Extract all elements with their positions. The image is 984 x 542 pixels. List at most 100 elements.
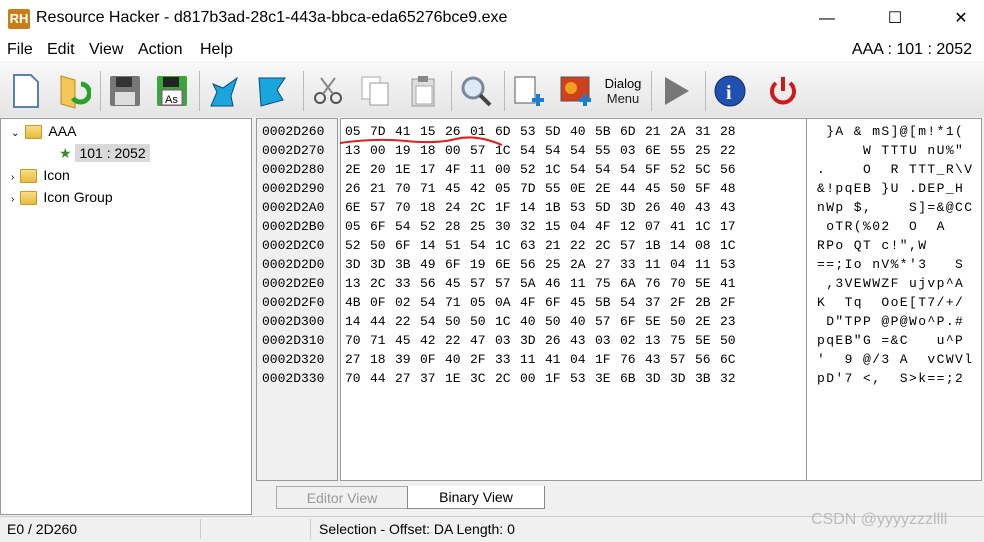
hex-byte[interactable]: 02 <box>395 293 420 312</box>
hex-byte[interactable]: 2E <box>345 160 370 179</box>
hex-byte[interactable]: 11 <box>470 160 495 179</box>
hex-byte[interactable]: 50 <box>370 236 395 255</box>
hex-byte[interactable]: 44 <box>620 179 645 198</box>
hex-byte[interactable]: 1E <box>395 160 420 179</box>
hex-byte[interactable]: 45 <box>445 179 470 198</box>
hex-byte[interactable]: 57 <box>370 198 395 217</box>
hex-byte[interactable]: 55 <box>670 141 695 160</box>
hex-byte[interactable]: 54 <box>520 141 545 160</box>
save-icon[interactable] <box>105 71 145 111</box>
hex-byte[interactable]: 21 <box>645 122 670 141</box>
hex-byte[interactable]: 0F <box>370 293 395 312</box>
hex-byte[interactable]: 02 <box>620 331 645 350</box>
hex-byte[interactable]: 08 <box>695 236 720 255</box>
paste-icon[interactable] <box>403 71 443 111</box>
hex-byte[interactable]: 3B <box>695 369 720 388</box>
hex-byte[interactable]: 71 <box>370 331 395 350</box>
hex-byte[interactable]: 54 <box>470 236 495 255</box>
hex-byte[interactable]: 50 <box>670 312 695 331</box>
hex-byte[interactable]: 25 <box>695 141 720 160</box>
hex-byte[interactable]: 2E <box>595 179 620 198</box>
hex-byte[interactable]: 6F <box>545 293 570 312</box>
hex-byte[interactable]: 43 <box>645 350 670 369</box>
hex-byte[interactable]: 50 <box>720 331 745 350</box>
hex-byte[interactable]: 2F <box>720 293 745 312</box>
cut-icon[interactable] <box>308 71 348 111</box>
search-icon[interactable] <box>456 71 496 111</box>
hex-byte[interactable]: 52 <box>345 236 370 255</box>
hex-byte[interactable]: 3D <box>645 369 670 388</box>
hex-byte[interactable]: 3B <box>395 255 420 274</box>
hex-byte[interactable]: 3D <box>370 255 395 274</box>
hex-byte[interactable]: 14 <box>520 198 545 217</box>
hex-byte[interactable]: 40 <box>570 312 595 331</box>
hex-view[interactable]: 05 7D 41 15 26 01 6D 53 5D 40 5B 6D 21 2A 31 28 13 00 19 18… <box>340 118 807 481</box>
hex-byte[interactable]: 5B <box>595 122 620 141</box>
hex-byte[interactable]: 45 <box>445 274 470 293</box>
hex-byte[interactable]: 53 <box>720 255 745 274</box>
hex-byte[interactable]: 45 <box>645 179 670 198</box>
hex-byte[interactable]: 14 <box>670 236 695 255</box>
hex-byte[interactable]: 03 <box>495 331 520 350</box>
hex-byte[interactable]: 46 <box>545 274 570 293</box>
hex-byte[interactable]: 56 <box>695 350 720 369</box>
maximize-button[interactable]: ☐ <box>872 0 918 38</box>
add-blank-resource-icon[interactable] <box>509 71 549 111</box>
hex-byte[interactable]: 51 <box>445 236 470 255</box>
hex-byte[interactable]: 57 <box>620 236 645 255</box>
hex-byte[interactable]: 44 <box>370 312 395 331</box>
hex-byte[interactable]: 21 <box>545 236 570 255</box>
hex-byte[interactable]: 50 <box>545 312 570 331</box>
hex-byte[interactable]: 32 <box>520 217 545 236</box>
hex-byte[interactable]: 43 <box>720 198 745 217</box>
hex-byte[interactable]: 54 <box>395 217 420 236</box>
hex-byte[interactable]: 32 <box>720 369 745 388</box>
hex-byte[interactable]: 43 <box>695 198 720 217</box>
hex-byte[interactable]: 40 <box>670 198 695 217</box>
hex-byte[interactable]: 55 <box>595 141 620 160</box>
hex-byte[interactable]: 1C <box>695 217 720 236</box>
hex-byte[interactable]: 11 <box>645 255 670 274</box>
hex-byte[interactable]: 5F <box>645 160 670 179</box>
hex-byte[interactable]: 55 <box>545 179 570 198</box>
hex-byte[interactable]: 0F <box>420 350 445 369</box>
hex-byte[interactable]: 11 <box>570 274 595 293</box>
hex-byte[interactable]: 28 <box>445 217 470 236</box>
hex-byte[interactable]: 33 <box>495 350 520 369</box>
hex-byte[interactable]: 17 <box>420 160 445 179</box>
tree-node-aaa[interactable]: ⌄ AAA <box>1 120 251 142</box>
hex-byte[interactable]: 40 <box>570 122 595 141</box>
menu-file[interactable]: File <box>7 41 33 59</box>
hex-byte[interactable]: 5A <box>520 274 545 293</box>
tree-node-icon-group[interactable]: › Icon Group <box>1 186 251 208</box>
hex-byte[interactable]: 1F <box>595 350 620 369</box>
hex-byte[interactable]: 5D <box>595 198 620 217</box>
hex-byte[interactable]: 41 <box>545 350 570 369</box>
hex-byte[interactable]: 1C <box>495 312 520 331</box>
hex-byte[interactable]: 3E <box>595 369 620 388</box>
hex-byte[interactable]: 4B <box>345 293 370 312</box>
hex-byte[interactable]: 76 <box>620 350 645 369</box>
new-file-icon[interactable] <box>6 71 46 111</box>
hex-byte[interactable]: 21 <box>370 179 395 198</box>
hex-byte[interactable]: 70 <box>345 331 370 350</box>
hex-byte[interactable]: 5C <box>695 160 720 179</box>
hex-byte[interactable]: 2F <box>670 293 695 312</box>
hex-byte[interactable]: 24 <box>445 198 470 217</box>
hex-byte[interactable]: 70 <box>395 179 420 198</box>
exit-icon[interactable] <box>763 71 803 111</box>
hex-byte[interactable]: 70 <box>395 198 420 217</box>
hex-byte[interactable]: 54 <box>420 312 445 331</box>
hex-byte[interactable]: 03 <box>595 331 620 350</box>
hex-byte[interactable]: 13 <box>645 331 670 350</box>
hex-byte[interactable]: 20 <box>370 160 395 179</box>
hex-byte[interactable]: 05 <box>495 179 520 198</box>
hex-byte[interactable]: 00 <box>495 160 520 179</box>
hex-byte[interactable]: 2C <box>470 198 495 217</box>
hex-byte[interactable]: 53 <box>520 122 545 141</box>
hex-byte[interactable]: 54 <box>595 160 620 179</box>
ascii-view[interactable]: }A & mS]@[m!*1( W TTTU nU%" . O R TTT_R\V… <box>807 118 982 481</box>
hex-byte[interactable]: 42 <box>420 331 445 350</box>
hex-byte[interactable]: 1C <box>720 236 745 255</box>
tab-editor-view[interactable]: Editor View <box>276 486 407 509</box>
